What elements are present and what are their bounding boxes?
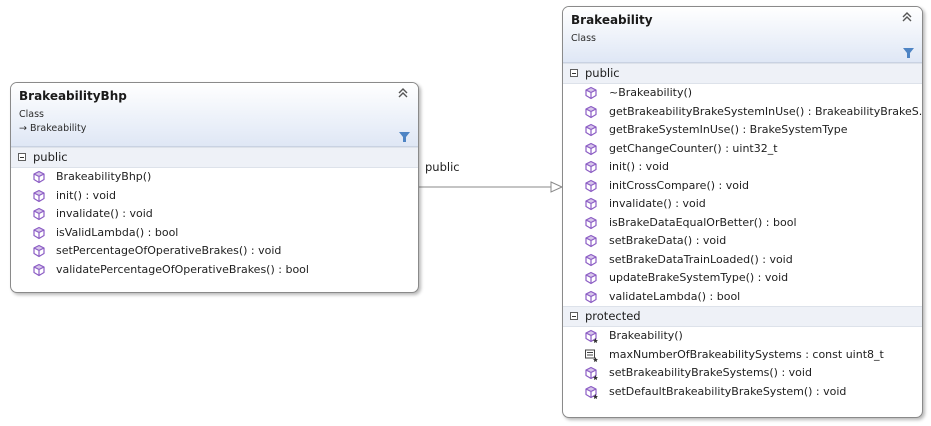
- collapse-section-icon[interactable]: [570, 312, 578, 320]
- member-signature: ~Brakeability(): [609, 86, 693, 99]
- class-title: Brakeability: [571, 13, 653, 27]
- filter-icon[interactable]: [399, 132, 410, 142]
- protected-field-icon: [585, 349, 598, 362]
- member-row[interactable]: setPercentageOfOperativeBrakes() : void: [11, 242, 418, 261]
- member-signature: isValidLambda() : bool: [56, 225, 179, 239]
- member-signature: setBrakeabilityBrakeSystems() : void: [609, 366, 812, 379]
- member-signature: validateLambda() : bool: [609, 289, 741, 303]
- public-method-icon: [585, 290, 597, 303]
- member-row[interactable]: validatePercentageOfOperativeBrakes() : …: [11, 261, 418, 280]
- public-method-icon: [33, 189, 45, 202]
- class-title: BrakeabilityBhp: [19, 89, 127, 103]
- inheritance-arrowhead: [550, 181, 564, 193]
- member-list: Brakeability() maxNumberOfBrakeabilitySys…: [563, 327, 922, 401]
- member-row[interactable]: Brakeability(): [563, 327, 922, 346]
- member-row[interactable]: isBrakeDataEqualOrBetter() : bool: [563, 214, 922, 233]
- member-list: BrakeabilityBhp() init() : void invalidate…: [11, 168, 418, 279]
- member-row[interactable]: BrakeabilityBhp(): [11, 168, 418, 187]
- base-class-reference: → Brakeability: [19, 123, 86, 134]
- protected-method-icon: [585, 329, 598, 343]
- public-method-icon: [585, 123, 597, 137]
- public-method-icon: [33, 226, 45, 239]
- section-public-header[interactable]: public: [11, 147, 418, 168]
- member-signature: initCrossCompare() : void: [609, 178, 750, 192]
- section-label: public: [585, 66, 620, 80]
- collapse-chevron-icon[interactable]: [397, 87, 409, 99]
- class-header[interactable]: BrakeabilityBhp Class → Brakeability: [11, 83, 418, 147]
- member-row[interactable]: getBrakeabilityBrakeSystemInUse() : Brak…: [563, 103, 922, 122]
- class-stereotype: Class: [571, 33, 596, 44]
- member-row[interactable]: setBrakeabilityBrakeSystems() : void: [563, 364, 922, 383]
- member-signature: invalidate() : void: [56, 207, 153, 220]
- member-row[interactable]: validateLambda() : bool: [563, 288, 922, 307]
- member-signature: init() : void: [56, 188, 116, 202]
- public-method-icon: [33, 170, 45, 184]
- connector-label: public: [425, 160, 460, 174]
- public-method-icon: [33, 244, 45, 258]
- collapse-section-icon[interactable]: [18, 153, 26, 161]
- public-method-icon: [585, 179, 597, 192]
- member-list: ~Brakeability() getBrakeabilityBrakeSyste…: [563, 84, 922, 306]
- member-signature: isBrakeDataEqualOrBetter() : bool: [609, 215, 797, 229]
- public-method-icon: [585, 160, 597, 174]
- class-box-brakeabilitybhp[interactable]: BrakeabilityBhp Class → Brakeability pub…: [10, 82, 419, 293]
- section-protected-header[interactable]: protected: [563, 306, 922, 327]
- inheritance-arrow-glyph: →: [19, 123, 27, 134]
- class-box-brakeability[interactable]: Brakeability Class public ~Brakeability(…: [562, 6, 923, 418]
- public-method-icon: [585, 105, 597, 118]
- public-method-icon: [585, 216, 597, 229]
- member-signature: setBrakeDataTrainLoaded() : void: [609, 252, 793, 266]
- member-row[interactable]: init() : void: [563, 158, 922, 177]
- member-row[interactable]: init() : void: [11, 187, 418, 206]
- member-signature: setDefaultBrakeabilityBrakeSystem() : vo…: [609, 384, 847, 398]
- member-row[interactable]: invalidate() : void: [11, 205, 418, 224]
- public-method-icon: [33, 207, 45, 221]
- member-signature: updateBrakeSystemType() : void: [609, 271, 789, 284]
- member-row[interactable]: setBrakeDataTrainLoaded() : void: [563, 251, 922, 270]
- member-signature: getChangeCounter() : uint32_t: [609, 141, 778, 155]
- member-row[interactable]: invalidate() : void: [563, 195, 922, 214]
- member-signature: invalidate() : void: [609, 197, 706, 210]
- section-public-header[interactable]: public: [563, 63, 922, 84]
- public-method-icon: [585, 271, 597, 285]
- protected-method-icon: [585, 385, 598, 399]
- collapse-section-icon[interactable]: [570, 69, 578, 77]
- section-label: protected: [585, 309, 641, 323]
- member-signature: getBrakeSystemInUse() : BrakeSystemType: [609, 123, 848, 136]
- member-row[interactable]: isValidLambda() : bool: [11, 224, 418, 243]
- member-row[interactable]: getBrakeSystemInUse() : BrakeSystemType: [563, 121, 922, 140]
- member-signature: setBrakeData() : void: [609, 234, 727, 247]
- member-row[interactable]: updateBrakeSystemType() : void: [563, 269, 922, 288]
- section-label: public: [33, 150, 68, 164]
- public-method-icon: [33, 263, 45, 276]
- member-row[interactable]: ~Brakeability(): [563, 84, 922, 103]
- public-method-icon: [585, 142, 597, 155]
- member-signature: init() : void: [609, 160, 669, 173]
- public-method-icon: [585, 197, 597, 211]
- member-row[interactable]: maxNumberOfBrakeabilitySystems : const u…: [563, 346, 922, 365]
- member-signature: setPercentageOfOperativeBrakes() : void: [56, 244, 282, 257]
- public-method-icon: [585, 86, 597, 100]
- member-signature: Brakeability(): [609, 329, 683, 342]
- member-row[interactable]: setDefaultBrakeabilityBrakeSystem() : vo…: [563, 383, 922, 402]
- public-method-icon: [585, 234, 597, 248]
- collapse-chevron-icon[interactable]: [901, 11, 913, 23]
- class-header[interactable]: Brakeability Class: [563, 7, 922, 63]
- member-signature: getBrakeabilityBrakeSystemInUse() : Brak…: [609, 104, 923, 118]
- member-signature: validatePercentageOfOperativeBrakes() : …: [56, 262, 309, 276]
- base-class-name: Brakeability: [30, 123, 87, 134]
- member-row[interactable]: getChangeCounter() : uint32_t: [563, 140, 922, 159]
- public-method-icon: [585, 253, 597, 266]
- member-signature: maxNumberOfBrakeabilitySystems : const u…: [609, 347, 884, 361]
- member-signature: BrakeabilityBhp(): [56, 170, 152, 183]
- member-row[interactable]: setBrakeData() : void: [563, 232, 922, 251]
- member-row[interactable]: initCrossCompare() : void: [563, 177, 922, 196]
- filter-icon[interactable]: [903, 48, 914, 58]
- protected-method-icon: [585, 366, 598, 380]
- class-stereotype: Class: [19, 109, 44, 120]
